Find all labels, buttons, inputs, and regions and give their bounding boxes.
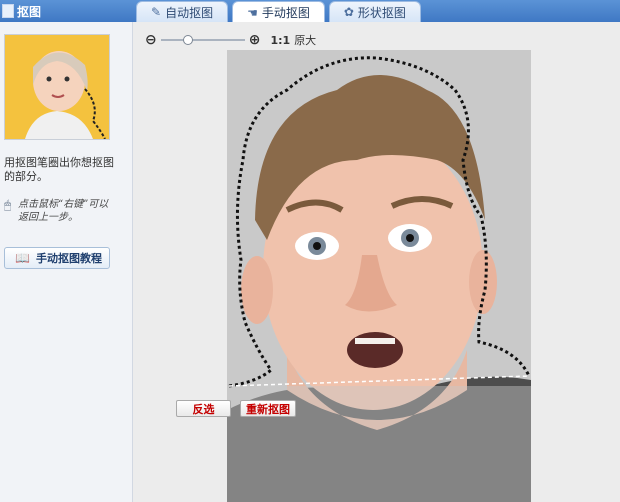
portrait-image [227, 50, 531, 502]
shape-icon: ✿ [343, 5, 354, 19]
zoom-ratio[interactable]: 1:1 [270, 34, 290, 47]
tab-label: 手动抠图 [261, 6, 310, 20]
tab-label: 形状抠图 [357, 5, 406, 20]
baby-image [5, 35, 109, 139]
example-thumbnail [4, 34, 110, 140]
help-text: 用抠图笔圈出你想抠图的部分。 [4, 156, 114, 183]
mouse-icon: 🖱 [4, 198, 12, 212]
tab-bar: ✎ 自动抠图 ☚ 手动抠图 ✿ 形状抠图 [136, 1, 421, 23]
tab-label: 自动抠图 [165, 5, 214, 20]
app-title: 抠图 [0, 0, 41, 22]
tip-text: 点击鼠标“右键”可以返回上一步。 [18, 199, 109, 223]
hand-icon: ☚ [247, 5, 258, 20]
slider-track [160, 39, 245, 41]
brush-icon: ✎ [151, 5, 162, 19]
slider-handle[interactable] [182, 35, 193, 45]
left-panel: 用抠图笔圈出你想抠图的部分。 🖱 点击鼠标“右键”可以返回上一步。 📖 手动抠图… [0, 22, 133, 502]
tab-shape-cutout[interactable]: ✿ 形状抠图 [328, 1, 421, 22]
app-icon [2, 4, 14, 18]
top-bar: 抠图 ✎ 自动抠图 ☚ 手动抠图 ✿ 形状抠图 [0, 0, 620, 23]
zoom-slider[interactable] [160, 35, 245, 45]
zoom-bar: ⊖ ⊕ 1:1 原大 [145, 32, 316, 48]
tab-auto-cutout[interactable]: ✎ 自动抠图 [136, 1, 229, 22]
reset-cutout-button[interactable]: 重新抠图 [240, 400, 296, 417]
invert-selection-button[interactable]: 反选 [176, 400, 231, 417]
zoom-in-icon[interactable]: ⊕ [249, 32, 261, 48]
photo-canvas[interactable] [227, 50, 531, 502]
tab-manual-cutout[interactable]: ☚ 手动抠图 [232, 1, 325, 23]
tutorial-label: 手动抠图教程 [35, 252, 102, 265]
book-icon: 📖 [15, 251, 30, 265]
zoom-ratio-label: 原大 [294, 34, 317, 47]
tutorial-button[interactable]: 📖 手动抠图教程 [4, 247, 110, 269]
zoom-out-icon[interactable]: ⊖ [145, 32, 157, 48]
app-title-text: 抠图 [17, 4, 42, 19]
right-click-tip: 🖱 点击鼠标“右键”可以返回上一步。 [4, 198, 118, 224]
